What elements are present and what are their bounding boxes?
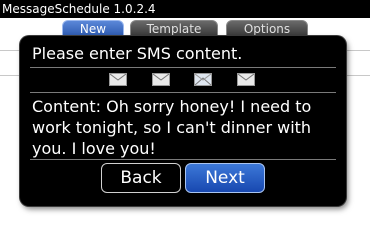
app-title-bar: MessageSchedule 1.0.2.4 (0, 0, 370, 18)
dialog-divider (30, 159, 336, 160)
sms-content-dialog: Please enter SMS content. Content: Oh so… (20, 36, 346, 206)
dialog-divider (30, 92, 336, 93)
open-envelope-icon[interactable] (194, 73, 212, 86)
envelope-icon[interactable] (237, 73, 255, 86)
app-title: MessageSchedule 1.0.2.4 (2, 2, 156, 16)
envelope-icon[interactable] (152, 73, 170, 86)
back-button[interactable]: Back (101, 163, 181, 193)
dialog-divider (30, 67, 336, 68)
next-button[interactable]: Next (185, 163, 265, 193)
envelope-icon[interactable] (109, 73, 127, 86)
sms-content-text: Content: Oh sorry honey! I need to work … (32, 97, 312, 158)
dialog-prompt: Please enter SMS content. (32, 44, 243, 63)
message-icon-row (20, 73, 346, 89)
